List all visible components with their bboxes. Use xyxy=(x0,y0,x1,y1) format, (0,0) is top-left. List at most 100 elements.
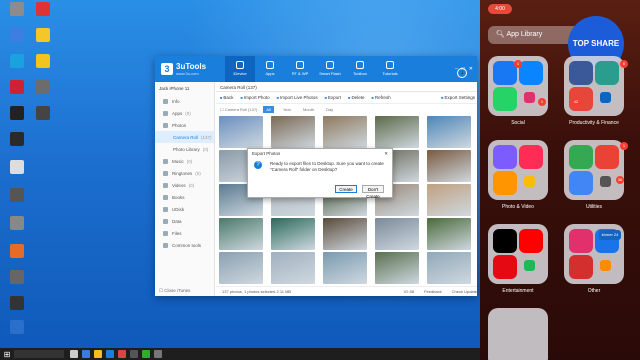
photo-thumbnail[interactable] xyxy=(427,218,471,250)
app-icon[interactable] xyxy=(519,229,543,253)
import-photo-button[interactable]: Import Photo xyxy=(240,95,270,100)
tab-camera-roll[interactable]: Camera Roll (137) xyxy=(216,82,477,92)
app-icon[interactable] xyxy=(595,145,619,169)
photo-thumbnail[interactable] xyxy=(427,184,471,216)
sidebar-item-photo-library[interactable]: Photo Library (0) xyxy=(155,143,214,155)
app-icon[interactable] xyxy=(595,61,619,85)
close-itunes-checkbox[interactable]: ☐ Close iTunes xyxy=(159,288,190,294)
desktop-shortcut[interactable] xyxy=(30,106,56,121)
sidebar-item-camera-roll[interactable]: Camera Roll (137) xyxy=(155,131,214,143)
desktop-shortcut[interactable] xyxy=(4,270,30,285)
app-folder[interactable] xyxy=(564,140,624,200)
photo-thumbnail[interactable] xyxy=(375,116,419,148)
import-live-photos-button[interactable]: Import Live Photos xyxy=(277,95,318,100)
filter-year[interactable]: Year xyxy=(280,106,294,113)
sidebar-item-info[interactable]: Info xyxy=(155,95,214,107)
3utools-taskbar-icon[interactable] xyxy=(106,350,114,358)
app-icon[interactable] xyxy=(519,145,543,169)
app-icon[interactable] xyxy=(493,255,517,279)
desktop-shortcut[interactable] xyxy=(4,244,30,259)
desktop-shortcut[interactable] xyxy=(4,160,30,175)
photo-thumbnail[interactable] xyxy=(375,252,419,284)
app-taskbar-icon[interactable] xyxy=(118,350,126,358)
close-icon[interactable]: ✕ xyxy=(469,66,473,72)
app-taskbar-icon-4[interactable] xyxy=(154,350,162,358)
feedback-link[interactable]: Feedback xyxy=(424,289,442,294)
sidebar-item-books[interactable]: Books xyxy=(155,191,214,203)
dont-create-button[interactable]: Don't Create xyxy=(362,185,384,199)
filter-month[interactable]: Month xyxy=(300,106,317,113)
desktop-shortcut[interactable] xyxy=(4,188,30,203)
desktop-shortcut[interactable] xyxy=(4,54,30,69)
download-icon[interactable]: ↓ xyxy=(457,68,467,78)
nav-tab-smart-flash[interactable]: Smart Flash xyxy=(315,56,345,82)
taskbar-search[interactable] xyxy=(14,350,64,358)
app-icon[interactable] xyxy=(569,229,593,253)
start-button[interactable]: ⊞ xyxy=(0,350,14,359)
photo-thumbnail[interactable] xyxy=(427,252,471,284)
photo-thumbnail[interactable] xyxy=(427,150,471,182)
photo-thumbnail[interactable] xyxy=(323,252,367,284)
app-taskbar-icon-2[interactable] xyxy=(130,350,138,358)
app-taskbar-icon-3[interactable] xyxy=(142,350,150,358)
edge-icon[interactable] xyxy=(82,350,90,358)
desktop-shortcut[interactable] xyxy=(4,132,30,147)
photo-thumbnail[interactable] xyxy=(375,218,419,250)
photo-thumbnail[interactable] xyxy=(323,116,367,148)
app-folder[interactable] xyxy=(488,224,548,284)
back-button[interactable]: Back xyxy=(220,95,233,100)
photo-thumbnail[interactable] xyxy=(271,218,315,250)
nav-tab-apps[interactable]: Apps xyxy=(255,56,285,82)
app-icon[interactable] xyxy=(600,92,611,103)
nav-tab-tutorials[interactable]: Tutorials xyxy=(375,56,405,82)
app-icon[interactable] xyxy=(493,87,517,111)
app-icon[interactable] xyxy=(519,61,543,85)
desktop-shortcut[interactable] xyxy=(4,296,30,311)
check-update-link[interactable]: Check Update xyxy=(452,289,477,294)
desktop-shortcut[interactable] xyxy=(30,28,56,43)
photo-thumbnail[interactable] xyxy=(219,116,263,148)
app-icon[interactable] xyxy=(493,229,517,253)
photo-thumbnail[interactable] xyxy=(219,252,263,284)
app-icon[interactable] xyxy=(569,145,593,169)
app-folder[interactable] xyxy=(564,56,624,116)
app-icon[interactable] xyxy=(493,145,517,169)
app-icon[interactable] xyxy=(600,176,611,187)
photo-thumbnail[interactable] xyxy=(271,116,315,148)
sidebar-item-apps[interactable]: Apps (0) xyxy=(155,107,214,119)
desktop-shortcut[interactable] xyxy=(4,2,30,17)
sidebar-item-data[interactable]: Data xyxy=(155,215,214,227)
export-settings-button[interactable]: Export Settings xyxy=(441,95,475,100)
nav-tab-rt-wp[interactable]: RT & WP xyxy=(285,56,315,82)
app-folder-partial[interactable] xyxy=(488,308,548,360)
app-icon[interactable] xyxy=(600,260,611,271)
photo-thumbnail[interactable] xyxy=(323,218,367,250)
nav-tab-idevice[interactable]: iDevice xyxy=(225,56,255,82)
delete-button[interactable]: Delete xyxy=(348,95,364,100)
photo-thumbnail[interactable] xyxy=(427,116,471,148)
refresh-button[interactable]: Refresh xyxy=(371,95,391,100)
desktop-shortcut[interactable] xyxy=(4,28,30,43)
desktop-shortcut[interactable] xyxy=(4,320,30,335)
sidebar-item-common-tools[interactable]: Common tools xyxy=(155,239,214,251)
photo-thumbnail[interactable] xyxy=(219,218,263,250)
app-icon[interactable] xyxy=(524,176,535,187)
desktop-shortcut[interactable] xyxy=(4,80,30,95)
sidebar-item-files[interactable]: Files xyxy=(155,227,214,239)
sidebar-item-udisk[interactable]: UDisk xyxy=(155,203,214,215)
app-folder[interactable] xyxy=(488,140,548,200)
sidebar-item-photos[interactable]: Photos xyxy=(155,119,214,131)
desktop-shortcut[interactable] xyxy=(30,80,56,95)
nav-tab-toolbox[interactable]: Toolbox xyxy=(345,56,375,82)
task-view-icon[interactable] xyxy=(70,350,78,358)
filter-day[interactable]: Day xyxy=(323,106,336,113)
photo-thumbnail[interactable] xyxy=(271,252,315,284)
filter-all[interactable]: All xyxy=(263,105,274,113)
device-name[interactable]: Jack iPhone 11 xyxy=(155,82,214,95)
app-icon[interactable] xyxy=(524,260,535,271)
app-icon[interactable] xyxy=(493,171,517,195)
app-icon[interactable] xyxy=(569,61,593,85)
dialog-close-icon[interactable]: ✕ xyxy=(384,151,388,156)
desktop-shortcut[interactable] xyxy=(30,54,56,69)
desktop-shortcut[interactable] xyxy=(30,2,56,17)
